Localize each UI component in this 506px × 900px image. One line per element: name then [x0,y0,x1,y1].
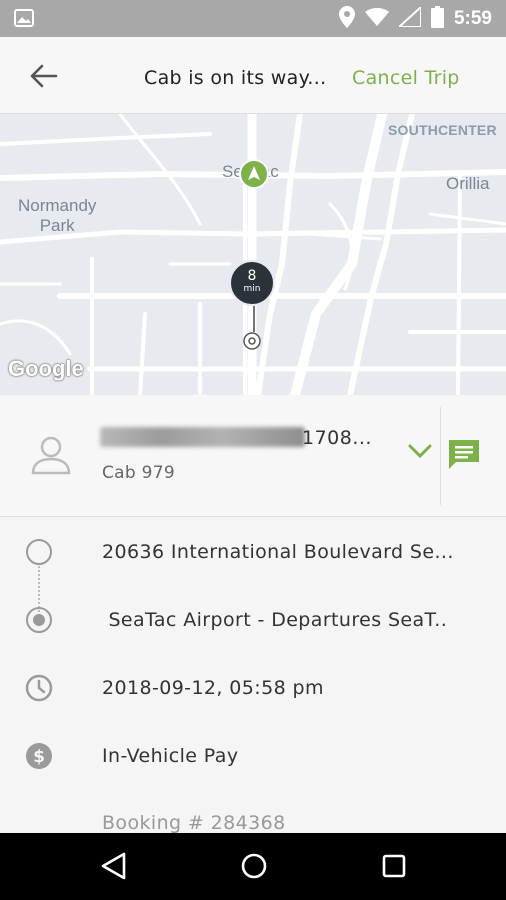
page-title: Cab is on its way... [144,67,327,89]
nav-recents-icon[interactable] [380,851,408,885]
datetime-row: 2018-09-12, 05:58 pm [0,667,506,707]
wifi-icon [364,7,389,30]
driver-name: 1708... [302,427,372,449]
booking-number: Booking # 284368 [102,812,286,834]
payment-row: $ In-Vehicle Pay [0,735,506,775]
map-label-southcenter: SOUTHCENTER [388,122,497,138]
nav-back-icon[interactable] [100,851,128,885]
person-icon [30,435,72,479]
location-icon [338,5,355,32]
eta-unit: min [243,284,261,294]
cancel-trip-button[interactable]: Cancel Trip [352,67,460,89]
chat-icon[interactable] [446,437,482,477]
google-logo: Google [8,356,84,381]
dollar-icon: $ [24,741,54,775]
dropoff-radio-icon [24,605,54,639]
cab-number: Cab 979 [102,463,176,483]
system-nav-bar [0,833,506,900]
nav-home-icon[interactable] [240,851,268,885]
payment-method: In-Vehicle Pay [102,745,239,767]
map-roads [0,114,506,395]
signal-icon [396,4,422,31]
driver-card: 1708... Cab 979 [0,395,506,517]
divider [440,407,441,505]
eta-bubble: 8 min [229,260,275,306]
image-icon [14,9,34,31]
pickup-address: 20636 International Boulevard Se... [102,541,454,563]
pickup-datetime: 2018-09-12, 05:58 pm [102,677,324,699]
svg-text:$: $ [33,747,45,767]
dropoff-row[interactable]: SeaTac Airport - Departures SeaT.. [0,599,506,639]
map-label-normandy-park: Normandy Park [18,196,97,235]
driver-name-redacted [100,427,305,447]
cab-location-marker [239,159,269,189]
map-view[interactable]: SOUTHCENTER SeaTac Orillia Normandy Park… [0,114,506,395]
trip-details: 20636 International Boulevard Se... SeaT… [0,518,506,834]
status-bar: 5:59 [0,0,506,37]
clock-icon [24,673,54,707]
eta-value: 8 [247,268,257,284]
app-header: Cab is on its way... Cancel Trip [0,37,506,114]
status-time: 5:59 [453,7,492,29]
pickup-row[interactable]: 20636 International Boulevard Se... [0,531,506,571]
back-button[interactable] [28,61,62,91]
back-arrow-icon [30,64,58,88]
map-label-orillia: Orillia [446,174,490,193]
dropoff-address: SeaTac Airport - Departures SeaT.. [102,609,448,631]
navigation-arrow-icon [248,166,260,180]
pickup-circle-icon [24,537,54,571]
battery-icon [430,5,444,32]
chevron-down-icon[interactable] [406,441,434,465]
